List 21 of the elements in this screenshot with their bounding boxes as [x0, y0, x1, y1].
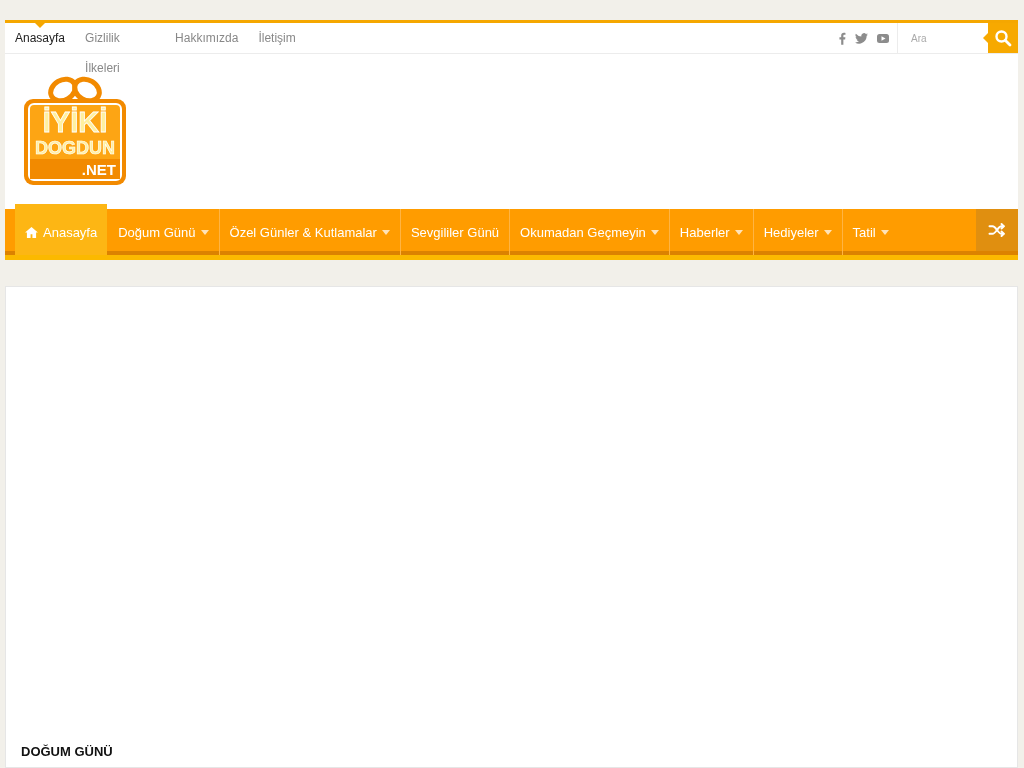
top-menu-link[interactable]: Hakkımızda — [165, 23, 249, 53]
search-icon — [995, 30, 1012, 47]
facebook-icon[interactable] — [839, 31, 846, 45]
shuffle-icon — [988, 221, 1006, 239]
top-menu-link[interactable]: Anasayfa — [5, 23, 76, 53]
active-pointer-icon — [35, 23, 45, 28]
twitter-icon[interactable] — [855, 32, 868, 44]
menu-tab[interactable]: Tatil — [841, 209, 899, 255]
section-heading: DOĞUM GÜNÜ — [21, 743, 114, 761]
menu-tab[interactable]: Hediyeler — [752, 209, 842, 255]
youtube-icon[interactable] — [877, 31, 889, 45]
search-button[interactable] — [983, 23, 1018, 53]
top-menu-link[interactable]: İletişim — [248, 23, 306, 53]
menu-tab[interactable]: Doğum Günü — [107, 209, 219, 255]
shuffle-button[interactable] — [976, 209, 1018, 251]
menu-tab[interactable]: Özel Günler & Kutlamalar — [218, 209, 400, 255]
menu-tab[interactable]: Haberler — [668, 209, 753, 255]
menu-tab[interactable]: Sevgililer Günü — [399, 209, 510, 255]
menu-tab[interactable]: Okumadan Geçmeyin — [509, 209, 669, 255]
home-icon — [25, 226, 38, 238]
menu-tab[interactable]: Anasayfa — [15, 204, 108, 255]
